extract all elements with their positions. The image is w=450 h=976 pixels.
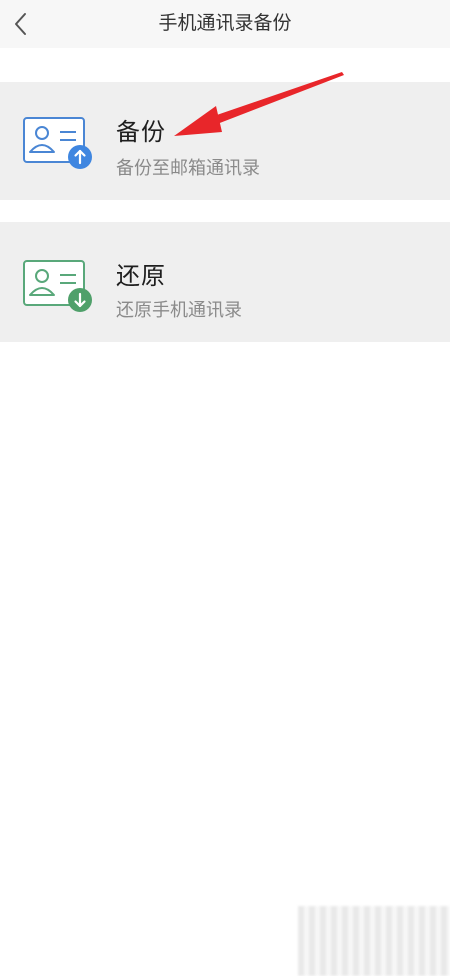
restore-option[interactable]: 还原 还原手机通讯录 xyxy=(0,222,450,342)
restore-subtitle: 还原手机通讯录 xyxy=(116,300,242,321)
back-button[interactable] xyxy=(0,0,40,48)
contact-card-upload-icon xyxy=(23,117,92,169)
page-title: 手机通讯录备份 xyxy=(158,12,292,34)
restore-title: 还原 xyxy=(116,262,166,290)
backup-title: 备份 xyxy=(116,118,166,146)
backup-subtitle: 备份至邮箱通讯录 xyxy=(116,158,260,179)
top-bar: 手机通讯录备份 xyxy=(0,0,450,48)
red-arrow-icon xyxy=(174,72,344,136)
chevron-left-icon xyxy=(15,13,26,35)
contact-card-download-icon xyxy=(23,260,92,312)
watermark-blur xyxy=(298,906,450,976)
